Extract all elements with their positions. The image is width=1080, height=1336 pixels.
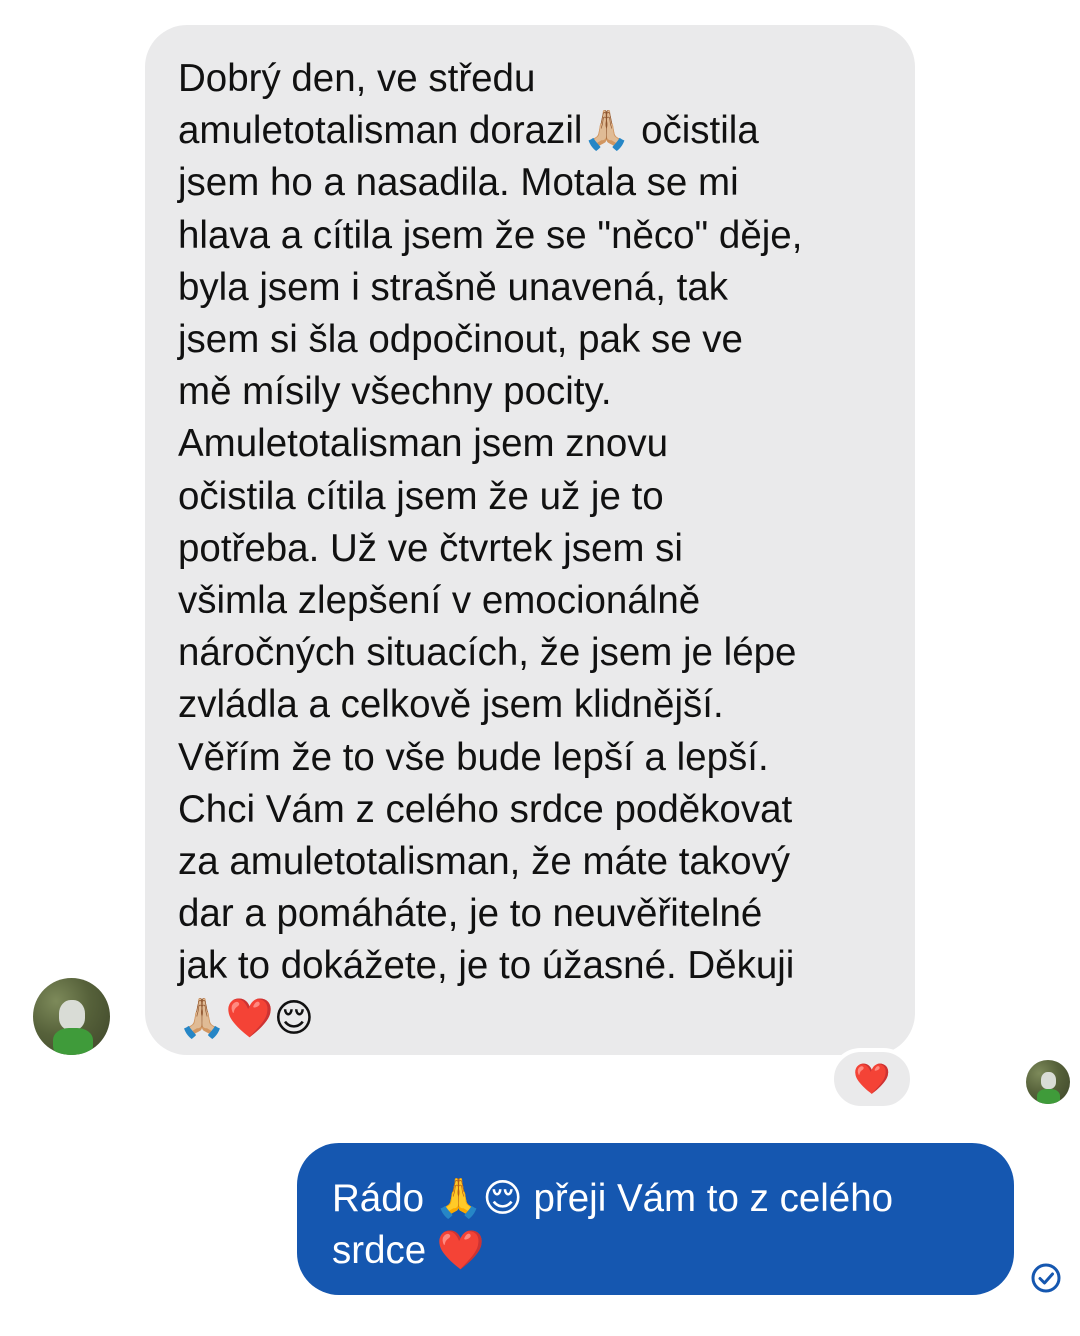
avatar-figure [59,1000,85,1030]
avatar-foreground [1037,1089,1060,1104]
check-circle-icon [1031,1263,1061,1293]
avatar-figure [1041,1072,1056,1089]
outgoing-message-bubble[interactable]: Rádo 🙏😌 přeji Vám to z celého srdce ❤️ [297,1143,1014,1295]
contact-avatar[interactable] [33,978,110,1055]
seen-by-avatar [1026,1060,1070,1104]
avatar-foreground [53,1028,93,1055]
heart-reaction[interactable]: ❤️ [830,1048,914,1110]
incoming-message-bubble[interactable]: Dobrý den, ve středu amuletotalisman dor… [145,25,915,1055]
